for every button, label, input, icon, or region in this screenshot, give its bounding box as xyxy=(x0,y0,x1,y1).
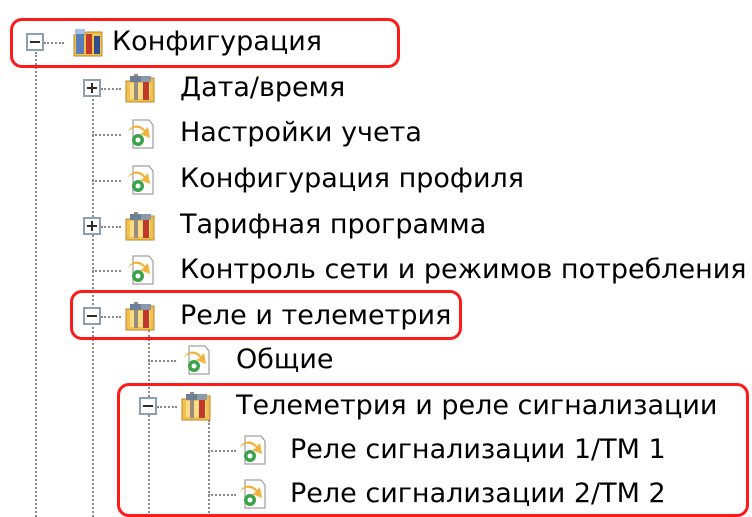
tree-hline xyxy=(101,88,121,90)
tree-item-accounting-settings[interactable]: Настройки учета xyxy=(180,111,422,155)
highlight-root xyxy=(10,18,400,68)
tree-hline xyxy=(148,360,176,362)
tree-item-datetime[interactable]: Дата/время xyxy=(180,66,345,110)
tools-folder-icon xyxy=(125,73,155,103)
settings-page-icon xyxy=(182,345,210,375)
highlight-relay-telemetry xyxy=(70,290,462,340)
tree-line-root xyxy=(35,52,37,517)
settings-page-icon xyxy=(126,165,154,195)
tree-hline xyxy=(92,180,121,182)
tree-item-tariff-program[interactable]: Тарифная программа xyxy=(180,203,486,247)
tree-item-profile-config[interactable]: Конфигурация профиля xyxy=(180,157,524,201)
tree-hline xyxy=(92,270,121,272)
tree-item-general[interactable]: Общие xyxy=(236,338,334,382)
settings-page-icon xyxy=(126,255,154,285)
tools-folder-icon xyxy=(125,211,155,241)
expand-datetime-toggle[interactable] xyxy=(83,79,101,97)
tree-hline xyxy=(92,134,121,136)
tree-item-network-control[interactable]: Контроль сети и режимов потребления xyxy=(180,248,747,292)
expand-tariff-toggle[interactable] xyxy=(83,217,101,235)
highlight-telemetry-group xyxy=(117,383,749,517)
tree-hline xyxy=(101,226,121,228)
settings-page-icon xyxy=(126,119,154,149)
